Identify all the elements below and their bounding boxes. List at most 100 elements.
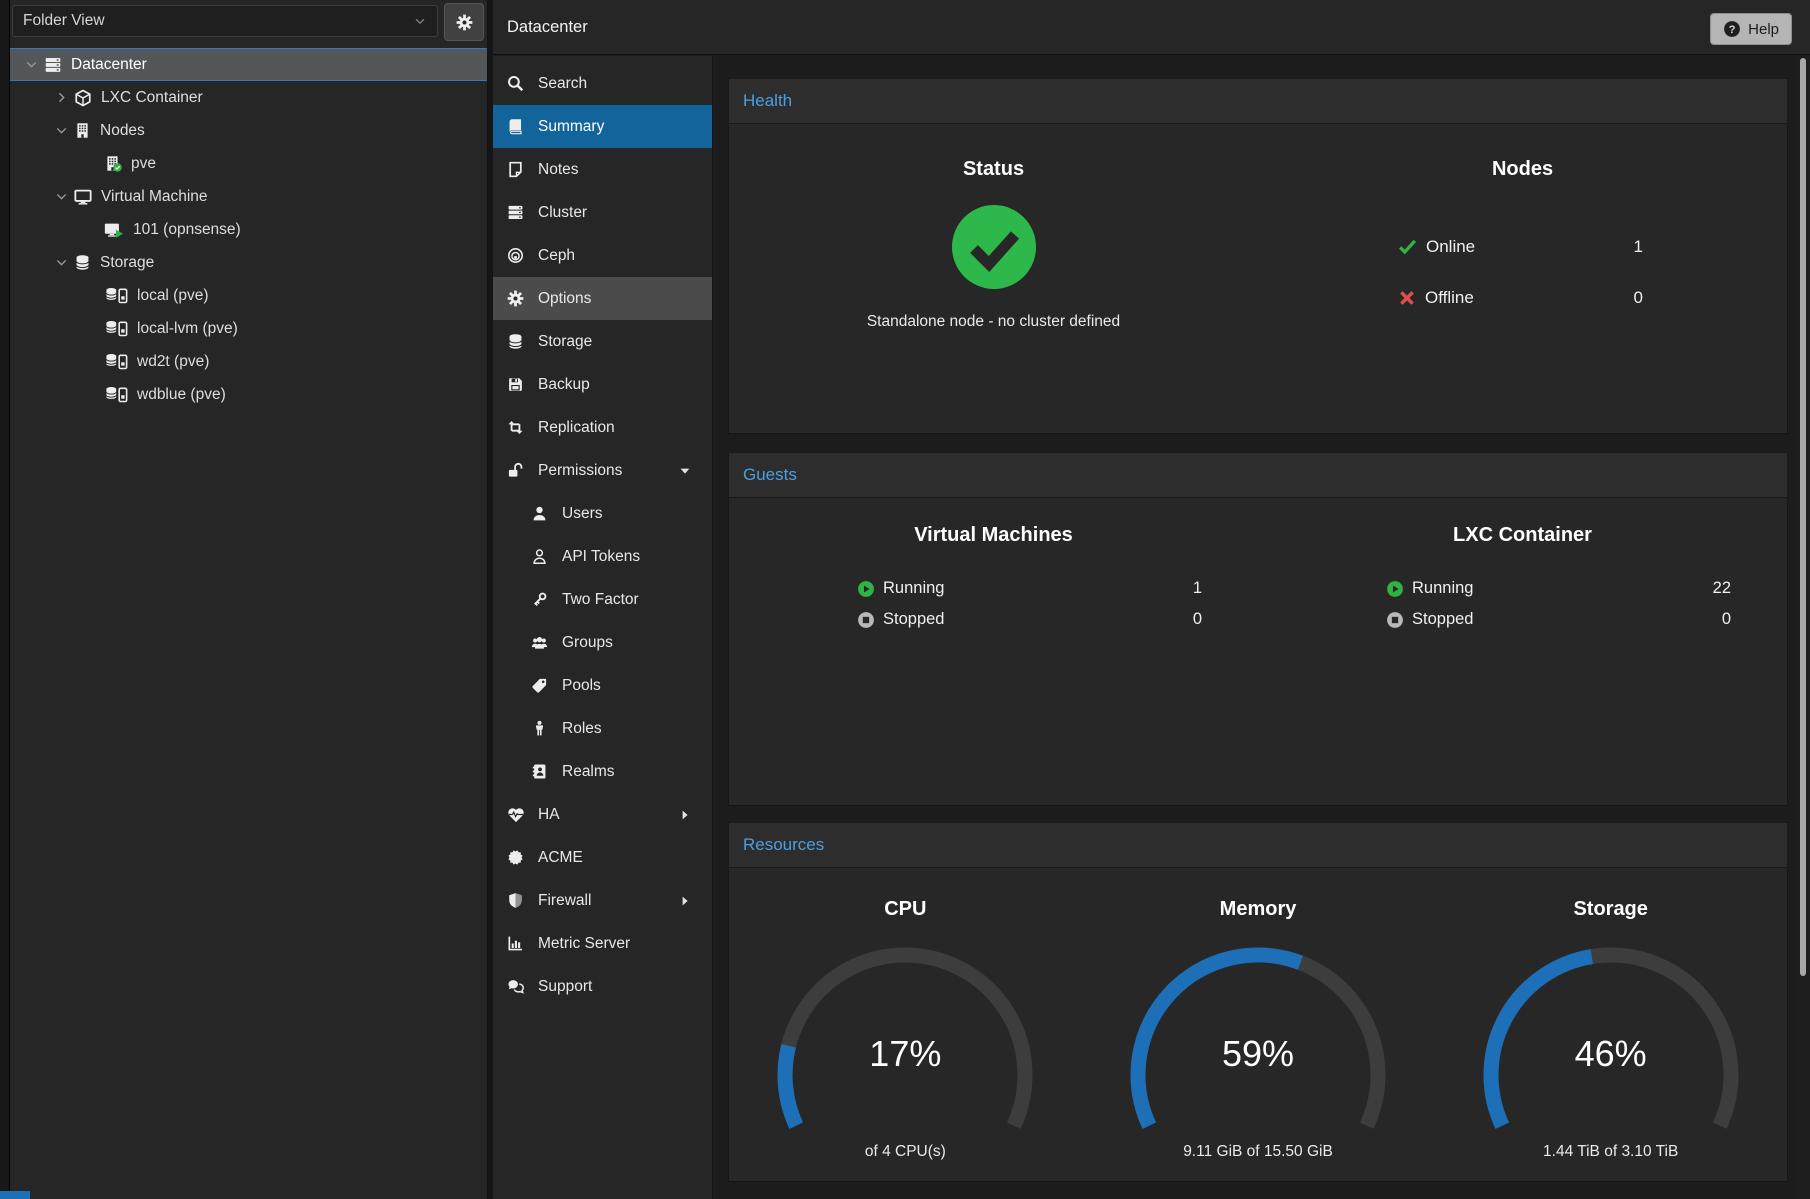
datacenter-menu: SearchSummary Notes Cluster Ceph OptionsStor… [493,56,712,1008]
scrollbar-thumb[interactable] [1800,58,1806,976]
tree-item-label: wd2t (pve) [137,353,209,371]
tree-item-wdblue-pve[interactable]: wdblue (pve) [10,378,487,411]
gear-icon [507,290,538,307]
menu-item-replication[interactable]: Replication [493,406,712,449]
menu-item-pools[interactable]: Pools [493,664,712,707]
menu-item-options[interactable]: Options [493,277,712,320]
collapse-icon[interactable] [48,123,74,138]
check-circle-icon [952,205,1036,289]
tree-item-wd2t-pve[interactable]: wd2t (pve) [10,345,487,378]
tree-item-label: Datacenter [71,56,147,74]
menu-item-firewall[interactable]: Firewall [493,879,712,922]
tree-item-label: wdblue (pve) [137,386,226,404]
menu-item-label: Ceph [538,247,575,265]
building-check-icon [104,155,122,172]
guest-column-heading: Virtual Machines [729,524,1258,547]
comments-icon [507,978,538,996]
tree-item-label: pve [131,155,156,173]
collapse-icon[interactable] [18,57,44,72]
node-status-label: Offline [1425,288,1474,308]
gauge-sublabel: of 4 CPU(s) [729,1143,1082,1161]
tree-item-local-pve[interactable]: local (pve) [10,279,487,312]
tree-item-virtual-machine[interactable]: Virtual Machine [10,180,487,213]
cross-icon [1398,289,1416,307]
menu-item-permissions[interactable]: Permissions [493,449,712,492]
menu-item-summary[interactable]: Summary [493,105,712,148]
menu-item-label: Groups [562,634,613,652]
search-icon [507,75,538,92]
guest-row-label: Stopped [1412,610,1473,629]
vertical-scrollbar[interactable] [1796,56,1810,1199]
nodes-heading: Nodes [1258,158,1787,181]
expand-icon[interactable] [48,90,74,105]
collapse-icon[interactable] [48,255,74,270]
tree-item-lxc-container[interactable]: LXC Container [10,81,487,114]
content-header-bar: Datacenter ? Help [493,0,1810,55]
menu-item-label: Notes [538,161,579,179]
tree-settings-button[interactable] [444,3,484,41]
menu-item-search[interactable]: Search [493,62,712,105]
resources-section-header: Resources [728,822,1788,868]
guest-row-running: Running1 [857,573,1202,604]
menu-item-label: Roles [562,720,602,738]
menu-item-realms[interactable]: Realms [493,750,712,793]
gauge-heading: Storage [1434,898,1787,921]
cluster-status-column: Status Standalone node - no cluster defi… [729,124,1258,433]
node-status-value: 0 [1634,288,1643,308]
summary-content: Health Status Standalone node - no clust… [714,56,1796,1199]
seal-icon [507,849,538,866]
tree-item-101-opnsense[interactable]: 101 (opnsense) [10,213,487,246]
person-icon [531,720,562,737]
play-circle-icon [1386,580,1404,598]
health-section-header: Health [728,78,1788,124]
menu-item-label: Users [562,505,602,523]
database-drive-icon [104,320,128,337]
menu-item-two-factor[interactable]: Two Factor [493,578,712,621]
help-button[interactable]: ? Help [1710,13,1792,45]
database-drive-icon [104,386,128,403]
menu-item-acme[interactable]: ACME [493,836,712,879]
menu-item-backup[interactable]: Backup [493,363,712,406]
menu-item-cluster[interactable]: Cluster [493,191,712,234]
server-icon [44,56,62,74]
collapse-icon[interactable] [48,189,74,204]
node-status-row-offline: Offline 0 [1398,272,1643,323]
menu-item-metric-server[interactable]: Metric Server [493,922,712,965]
note-icon [507,161,538,178]
cluster-status-text: Standalone node - no cluster defined [729,313,1258,331]
gauge-heading: Memory [1082,898,1435,921]
view-mode-select[interactable]: Folder View [12,5,438,37]
resource-gauge-memory: Memory59%9.11 GiB of 15.50 GiB [1082,868,1435,1181]
menu-item-roles[interactable]: Roles [493,707,712,750]
guests-section-header: Guests [728,452,1788,498]
menu-item-support[interactable]: Support [493,965,712,1008]
user-outline-icon [531,548,562,565]
menu-item-ha[interactable]: HA [493,793,712,836]
tree-item-storage[interactable]: Storage [10,246,487,279]
chevron-down-icon [413,14,427,28]
tree-item-pve[interactable]: pve [10,147,487,180]
menu-item-label: Metric Server [538,935,630,953]
menu-item-ceph[interactable]: Ceph [493,234,712,277]
guest-column-virtual-machines: Virtual MachinesRunning1Stopped0 [729,498,1258,805]
gear-icon [456,14,473,31]
tree-item-label: Nodes [100,122,145,140]
menu-item-label: Permissions [538,462,622,480]
tree-item-label: LXC Container [101,89,203,107]
menu-item-notes[interactable]: Notes [493,148,712,191]
tree-item-label: Storage [100,254,154,272]
guests-section: Guests Virtual MachinesRunning1Stopped0L… [728,452,1788,806]
menu-item-label: Backup [538,376,590,394]
tree-item-nodes[interactable]: Nodes [10,114,487,147]
health-section-body: Status Standalone node - no cluster defi… [728,124,1788,434]
guest-column-lxc-container: LXC ContainerRunning22Stopped0 [1258,498,1787,805]
chart-icon [507,935,538,952]
menu-item-users[interactable]: Users [493,492,712,535]
user-icon [531,505,562,522]
menu-item-storage[interactable]: Storage [493,320,712,363]
menu-item-api-tokens[interactable]: API Tokens [493,535,712,578]
guest-rows: Running22Stopped0 [1386,573,1731,635]
tree-item-local-lvm-pve[interactable]: local-lvm (pve) [10,312,487,345]
tree-item-datacenter[interactable]: Datacenter [10,48,487,81]
menu-item-groups[interactable]: Groups [493,621,712,664]
